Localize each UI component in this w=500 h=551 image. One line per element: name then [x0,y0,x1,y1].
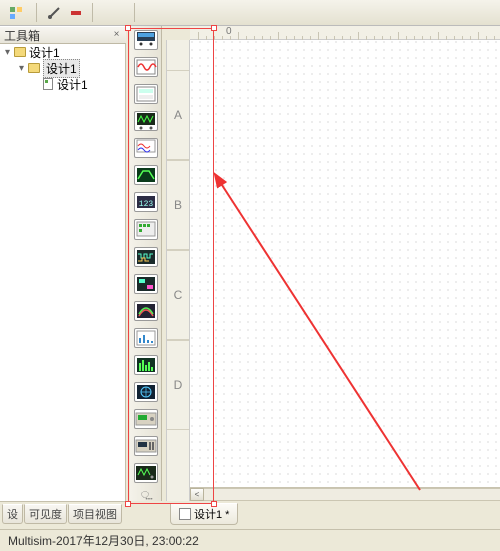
logic-converter-icon[interactable] [134,274,158,294]
svg-text:123: 123 [138,200,153,209]
iv-analyzer-icon[interactable] [134,301,158,321]
status-timestamp: 2017年12月30日, 23:00:22 [56,532,199,549]
vertical-ruler: A B C D [166,40,190,501]
document-tab[interactable]: 设计1 * [170,503,238,525]
agilent-fg-icon[interactable] [134,409,158,429]
tab-visibility[interactable]: 可见度 [24,504,67,524]
toolbar-button[interactable] [66,3,86,23]
ruler-zone-d: D [167,340,189,430]
horizontal-ruler: 0 [190,26,500,40]
toolbox-panel-header: 工具箱 × [0,26,126,44]
status-app-name: Multisim [8,534,52,548]
tree-label: 设计1 [57,76,88,93]
distortion-analyzer-icon[interactable] [134,328,158,348]
oscilloscope-icon[interactable] [134,111,158,131]
wattmeter-icon[interactable] [134,84,158,104]
agilent-scope-icon[interactable] [134,463,158,483]
schematic-icon [179,508,191,520]
frequency-counter-icon[interactable]: 123 [134,192,158,212]
toolbar-button[interactable] [6,3,26,23]
ruler-zone-a: A [167,70,189,160]
multimeter-icon[interactable] [134,30,158,50]
more-icon[interactable]: ⵿ [134,490,158,501]
document-tab-label: 设计1 * [194,506,229,522]
close-icon[interactable]: × [111,30,122,41]
instruments-toolbar: 123 ⵿ [130,26,162,501]
logic-analyzer-icon[interactable] [134,247,158,267]
four-channel-scope-icon[interactable] [134,138,158,158]
top-toolbar [0,0,500,26]
scrollbar-track[interactable] [204,488,500,501]
function-generator-icon[interactable] [134,57,158,77]
network-analyzer-icon[interactable] [134,382,158,402]
toolbar-button[interactable] [44,3,64,23]
document-tabs: 设计1 * [166,501,500,523]
status-bar: Multisim - 2017年12月30日, 23:00:22 [0,529,500,551]
ruler-zone-b: B [167,160,189,250]
tree-item[interactable]: ▾ 设计1 [0,60,125,76]
design-tree: ▾ 设计1 ▾ 设计1 设计1 [0,44,126,501]
bode-plotter-icon[interactable] [134,165,158,185]
spectrum-analyzer-icon[interactable] [134,355,158,375]
folder-icon [28,63,40,73]
tab-design[interactable]: 设 [2,504,23,524]
schematic-icon [43,78,53,90]
ruler-zone-c: C [167,250,189,340]
horizontal-scrollbar[interactable]: < [190,487,500,501]
tree-item[interactable]: 设计1 [0,76,125,92]
canvas-grid [190,40,500,487]
collapse-icon[interactable]: ▾ [2,47,13,58]
folder-icon [14,47,26,57]
schematic-canvas[interactable]: < [190,40,500,501]
word-generator-icon[interactable] [134,219,158,239]
toolbox-title: 工具箱 [4,27,40,44]
collapse-icon[interactable]: ▾ [16,63,27,74]
tree-tabs: 设 可见度 项目视图 [0,501,126,523]
scroll-left-icon[interactable]: < [190,488,204,501]
tab-project-view[interactable]: 项目视图 [68,504,122,524]
agilent-mm-icon[interactable] [134,436,158,456]
